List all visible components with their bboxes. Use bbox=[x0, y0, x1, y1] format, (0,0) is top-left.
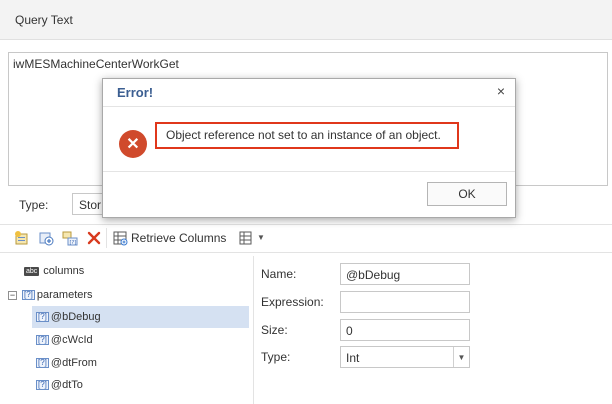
retrieve-columns-button[interactable]: Retrieve Columns bbox=[131, 231, 226, 245]
tree-param-item[interactable]: [?] @cWcId bbox=[32, 329, 93, 351]
name-field[interactable]: @bDebug bbox=[340, 263, 470, 285]
name-label: Name: bbox=[261, 267, 297, 281]
tree-param-label: @cWcId bbox=[50, 334, 93, 346]
error-dialog: Error! × ✕ Object reference not set to a… bbox=[102, 78, 516, 218]
tree-node-columns-label: columns bbox=[43, 265, 85, 277]
param-folder-icon: [?] bbox=[22, 290, 35, 300]
expression-label: Expression: bbox=[261, 295, 324, 309]
type-dropdown[interactable]: Int ▼ bbox=[340, 346, 470, 368]
chevron-down-icon[interactable]: ▼ bbox=[257, 233, 265, 242]
tree-param-label: @bDebug bbox=[50, 311, 101, 323]
param-icon: [?] bbox=[36, 312, 49, 322]
size-label: Size: bbox=[261, 323, 288, 337]
query-text-header bbox=[0, 0, 612, 40]
tree-param-item[interactable]: [?] @dtTo bbox=[32, 374, 83, 396]
add-icon[interactable] bbox=[14, 230, 30, 246]
retrieve-columns-icon[interactable] bbox=[112, 230, 128, 246]
param-icon: [?] bbox=[36, 335, 49, 345]
panel-splitter[interactable] bbox=[253, 256, 254, 404]
tree-param-item[interactable]: [?] @bDebug bbox=[32, 306, 249, 328]
delete-icon[interactable] bbox=[86, 230, 102, 246]
svg-text:[?]: [?] bbox=[70, 240, 77, 246]
tree-node-parameters[interactable]: − [?] parameters bbox=[8, 284, 93, 306]
param-icon: [?] bbox=[36, 358, 49, 368]
dialog-title: Error! bbox=[117, 85, 154, 100]
close-icon[interactable]: × bbox=[497, 83, 505, 99]
error-message: Object reference not set to an instance … bbox=[155, 122, 459, 149]
expression-field[interactable] bbox=[340, 291, 470, 313]
dialog-header-divider bbox=[103, 106, 515, 107]
query-text-value[interactable]: iwMESMachineCenterWorkGet bbox=[13, 57, 179, 71]
toolbar-divider-bottom bbox=[0, 252, 612, 253]
size-field[interactable]: 0 bbox=[340, 319, 470, 341]
collapse-icon[interactable]: − bbox=[8, 290, 17, 300]
type-prop-label: Type: bbox=[261, 350, 291, 364]
param-icon: [?] bbox=[36, 380, 49, 390]
tree-node-parameters-label: parameters bbox=[36, 289, 93, 301]
dropdown-arrow-icon[interactable]: ▼ bbox=[453, 347, 469, 367]
more-options-icon[interactable] bbox=[238, 230, 254, 246]
toolbar-divider-top bbox=[0, 224, 612, 225]
tree-param-label: @dtFrom bbox=[50, 357, 97, 369]
param-icon[interactable]: [?] bbox=[62, 230, 78, 246]
query-text-title: Query Text bbox=[15, 13, 73, 27]
abc-icon: abc bbox=[24, 266, 40, 276]
error-icon: ✕ bbox=[119, 130, 147, 158]
add-param-icon[interactable] bbox=[38, 230, 54, 246]
type-label: Type: bbox=[19, 198, 49, 212]
type-dropdown-value: Int bbox=[346, 351, 360, 365]
toolbar-separator bbox=[106, 228, 107, 248]
tree-param-item[interactable]: [?] @dtFrom bbox=[32, 352, 97, 374]
tree-param-label: @dtTo bbox=[50, 379, 83, 391]
tree-node-columns[interactable]: abc columns bbox=[24, 260, 84, 282]
dialog-footer-divider bbox=[103, 171, 515, 172]
ok-button[interactable]: OK bbox=[427, 182, 507, 206]
